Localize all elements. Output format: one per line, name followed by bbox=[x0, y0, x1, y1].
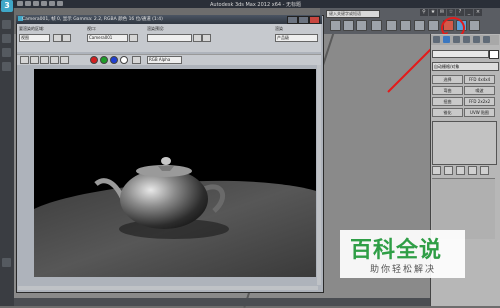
command-panel-tabs bbox=[431, 35, 499, 45]
clear-image-icon[interactable] bbox=[60, 56, 69, 64]
vertical-scrollbar[interactable] bbox=[317, 65, 321, 285]
snap-toggle-icon[interactable] bbox=[330, 20, 341, 31]
render-setup-small-icon[interactable] bbox=[193, 34, 202, 42]
save-image-icon[interactable] bbox=[20, 56, 29, 64]
display-channel-dropdown[interactable]: RGB Alpha bbox=[147, 56, 182, 64]
motion-tab-icon[interactable] bbox=[463, 36, 470, 43]
modifier-button[interactable]: FFD 4x4x4 bbox=[464, 75, 495, 84]
save-icon[interactable] bbox=[33, 1, 39, 6]
clone-window-icon[interactable] bbox=[40, 56, 49, 64]
undo-icon[interactable] bbox=[41, 1, 47, 6]
open-file-icon[interactable] bbox=[25, 1, 31, 6]
close-icon[interactable]: × bbox=[474, 9, 482, 16]
render-window-controls bbox=[287, 15, 321, 24]
create-tab-icon[interactable] bbox=[433, 36, 440, 43]
render-canvas[interactable] bbox=[34, 69, 316, 277]
green-channel-toggle[interactable] bbox=[100, 56, 108, 64]
modifier-list-dropdown[interactable]: 自动栅格/对象 bbox=[432, 62, 499, 71]
monochrome-icon[interactable] bbox=[132, 56, 141, 64]
horizontal-scrollbar[interactable] bbox=[18, 286, 318, 290]
new-file-icon[interactable] bbox=[17, 1, 23, 6]
quick-access-toolbar bbox=[16, 0, 76, 8]
modifier-button[interactable]: 锥化 bbox=[432, 108, 463, 117]
maximize-button[interactable] bbox=[298, 16, 309, 24]
hierarchy-tab-icon[interactable] bbox=[453, 36, 460, 43]
area-to-render-label: 要渲染的区域: bbox=[19, 26, 45, 31]
scale-tool-icon[interactable] bbox=[2, 62, 11, 71]
modifier-button[interactable]: 噪波 bbox=[464, 86, 495, 95]
maxscript-icon[interactable] bbox=[2, 258, 11, 267]
modifier-button[interactable]: 选择 bbox=[432, 75, 463, 84]
percent-snap-icon[interactable] bbox=[356, 20, 367, 31]
make-unique-icon[interactable] bbox=[456, 166, 465, 175]
close-button[interactable] bbox=[309, 16, 320, 24]
viewport-label: 视口: bbox=[87, 26, 97, 31]
info-center-buttons: ⚲ ★ ✉ ☆? _ × bbox=[420, 9, 498, 17]
modifier-button[interactable]: UVW 贴图 bbox=[464, 108, 495, 117]
object-name-field[interactable] bbox=[432, 50, 489, 58]
lock-viewport-icon[interactable] bbox=[129, 34, 138, 42]
remove-modifier-icon[interactable] bbox=[468, 166, 477, 175]
object-color-swatch[interactable] bbox=[489, 50, 499, 59]
select-tool-icon[interactable] bbox=[2, 20, 11, 29]
area-to-render-dropdown[interactable]: 视图 bbox=[19, 34, 50, 42]
environment-icon[interactable] bbox=[202, 34, 211, 42]
render-options-panel: 要渲染的区域: 视图 视口: Camera001 渲染预设: 渲染 产品级 bbox=[17, 24, 321, 52]
subscription-icon[interactable]: ★ bbox=[429, 9, 437, 16]
move-tool-icon[interactable] bbox=[2, 34, 11, 43]
alpha-channel-toggle[interactable] bbox=[120, 56, 128, 64]
auto-region-icon[interactable] bbox=[62, 34, 71, 42]
modifier-button[interactable]: FFD 2x2x2 bbox=[464, 97, 495, 106]
pin-stack-icon[interactable] bbox=[432, 166, 441, 175]
render-mode-dropdown[interactable]: 产品级 bbox=[275, 34, 318, 42]
modifier-stack[interactable] bbox=[432, 121, 497, 165]
red-channel-toggle[interactable] bbox=[90, 56, 98, 64]
left-toolbar bbox=[0, 8, 14, 306]
search-input[interactable]: 键入关键字或短语 bbox=[326, 10, 380, 18]
favorites-icon[interactable]: ☆ bbox=[447, 9, 455, 16]
help-icon[interactable]: ? bbox=[456, 9, 464, 16]
configure-sets-icon[interactable] bbox=[480, 166, 489, 175]
edit-region-icon[interactable] bbox=[53, 34, 62, 42]
minimize-button[interactable] bbox=[287, 16, 298, 24]
redo-icon[interactable] bbox=[49, 1, 55, 6]
minimize-icon[interactable]: _ bbox=[465, 9, 473, 16]
copy-image-icon[interactable] bbox=[30, 56, 39, 64]
render-window-title: Camera001, 帧 0, 显示 Gamma: 2.2, RGBA 颜色 1… bbox=[22, 17, 163, 22]
render-preset-dropdown[interactable] bbox=[147, 34, 192, 42]
modifier-button[interactable]: 弯曲 bbox=[432, 86, 463, 95]
modifier-button[interactable]: 扭曲 bbox=[432, 97, 463, 106]
show-end-result-icon[interactable] bbox=[444, 166, 453, 175]
render-production-icon[interactable] bbox=[469, 20, 480, 31]
print-image-icon[interactable] bbox=[50, 56, 59, 64]
render-label: 渲染 bbox=[275, 26, 283, 31]
watermark-title: 百科全说 bbox=[350, 238, 443, 263]
rotate-tool-icon[interactable] bbox=[2, 48, 11, 57]
status-bar bbox=[14, 298, 430, 306]
render-preset-label: 渲染预设: bbox=[147, 26, 165, 31]
stack-tools bbox=[432, 166, 495, 175]
communication-icon[interactable]: ✉ bbox=[438, 9, 446, 16]
utilities-tab-icon[interactable] bbox=[483, 36, 490, 43]
rendered-image bbox=[34, 157, 316, 277]
project-folder-icon[interactable] bbox=[57, 1, 63, 6]
search-icon[interactable]: ⚲ bbox=[420, 9, 428, 16]
display-tab-icon[interactable] bbox=[473, 36, 480, 43]
app-title: Autodesk 3ds Max 2012 x64 - 无标题 bbox=[210, 2, 302, 8]
app-logo[interactable]: 3 bbox=[1, 0, 13, 12]
viewport-dropdown[interactable]: Camera001 bbox=[87, 34, 128, 42]
blue-channel-toggle[interactable] bbox=[110, 56, 118, 64]
watermark-subtitle: 助你轻松解决 bbox=[370, 265, 437, 275]
angle-snap-icon[interactable] bbox=[343, 20, 354, 31]
modify-tab-icon[interactable] bbox=[443, 36, 450, 43]
